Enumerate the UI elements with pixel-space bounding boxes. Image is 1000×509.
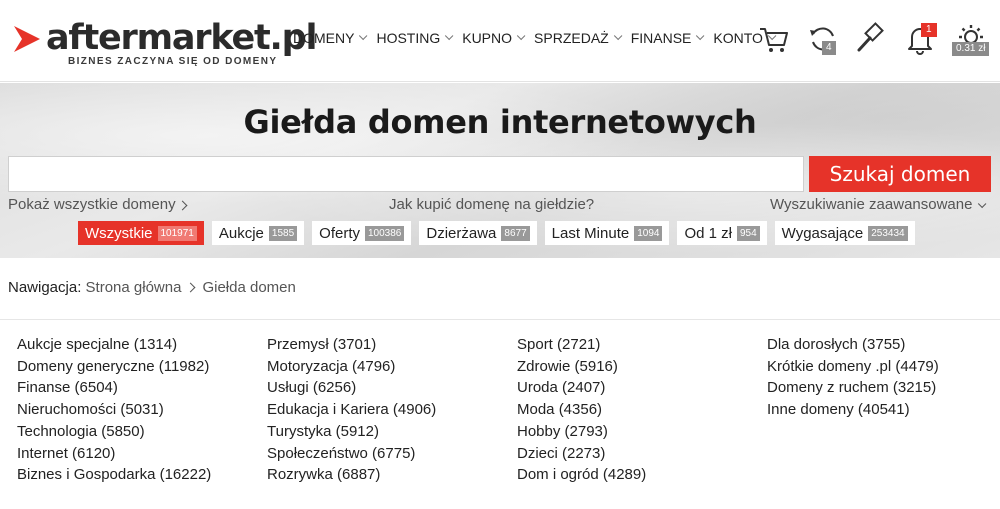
notifications-button[interactable]: 1 bbox=[903, 22, 937, 56]
chevron-down-icon bbox=[516, 31, 526, 41]
category-link[interactable]: Krótkie domeny .pl (4479) bbox=[767, 356, 939, 378]
category-link[interactable]: Internet (6120) bbox=[17, 443, 211, 465]
category-link[interactable]: Przemysł (3701) bbox=[267, 334, 436, 356]
tab-count: 8677 bbox=[501, 225, 530, 241]
category-link[interactable]: Zdrowie (5916) bbox=[517, 356, 646, 378]
tab-wygasajace[interactable]: Wygasające 253434 bbox=[774, 221, 915, 245]
category-link[interactable]: Sport (2721) bbox=[517, 334, 646, 356]
main-nav: DOMENY HOSTING KUPNO SPRZEDAŻ FINANSE KO… bbox=[293, 30, 785, 46]
gavel-icon bbox=[857, 22, 884, 52]
logo-text: aftermarket.pl bbox=[46, 18, 317, 58]
logo-tagline: BIZNES ZACZYNA SIĘ OD DOMENY bbox=[68, 56, 278, 67]
nav-item-kupno[interactable]: KUPNO bbox=[462, 30, 526, 46]
category-link[interactable]: Turystyka (5912) bbox=[267, 421, 436, 443]
chevron-down-icon bbox=[359, 31, 368, 41]
site-header: aftermarket.pl BIZNES ZACZYNA SIĘ OD DOM… bbox=[0, 0, 1000, 82]
category-link[interactable]: Finanse (6504) bbox=[17, 377, 211, 399]
breadcrumb-home-link[interactable]: Strona główna bbox=[86, 279, 182, 296]
account-balance-button[interactable]: 0.31 zł bbox=[952, 22, 990, 56]
listing-type-tabs: Wszystkie 101971 Aukcje 1585 Oferty 100386 … bbox=[78, 221, 915, 245]
tab-dzierzawa[interactable]: Dzierżawa 8677 bbox=[419, 221, 537, 245]
breadcrumb-label: Nawigacja: bbox=[8, 279, 82, 296]
tab-od-1-zl[interactable]: Od 1 zł 954 bbox=[677, 221, 767, 245]
category-link[interactable]: Hobby (2793) bbox=[517, 421, 646, 443]
breadcrumb: Nawigacja: Strona główna Giełda domen bbox=[8, 279, 296, 296]
category-column-3: Sport (2721) Zdrowie (5916) Uroda (2407)… bbox=[517, 334, 646, 486]
tab-count: 1094 bbox=[634, 225, 663, 241]
category-column-4: Dla dorosłych (3755) Krótkie domeny .pl … bbox=[767, 334, 939, 421]
category-link[interactable]: Technologia (5850) bbox=[17, 421, 211, 443]
category-link[interactable]: Motoryzacja (4796) bbox=[267, 356, 436, 378]
category-link[interactable]: Domeny generyczne (11982) bbox=[17, 356, 211, 378]
tab-last-minute[interactable]: Last Minute 1094 bbox=[544, 221, 670, 245]
category-link[interactable]: Dzieci (2273) bbox=[517, 443, 646, 465]
watchlist-button[interactable]: 4 bbox=[806, 22, 840, 56]
site-logo[interactable]: aftermarket.pl BIZNES ZACZYNA SIĘ OD DOM… bbox=[12, 18, 317, 70]
nav-item-domeny[interactable]: DOMENY bbox=[293, 30, 368, 46]
category-link[interactable]: Dom i ogród (4289) bbox=[517, 464, 646, 486]
tab-oferty[interactable]: Oferty 100386 bbox=[312, 221, 412, 245]
auctions-button[interactable] bbox=[855, 22, 889, 56]
chevron-down-icon bbox=[978, 199, 987, 209]
category-link[interactable]: Nieruchomości (5031) bbox=[17, 399, 211, 421]
category-column-2: Przemysł (3701) Motoryzacja (4796) Usług… bbox=[267, 334, 436, 486]
divider bbox=[0, 319, 1000, 320]
tab-count: 253434 bbox=[868, 225, 908, 241]
category-link[interactable]: Społeczeństwo (6775) bbox=[267, 443, 436, 465]
page-title: Giełda domen internetowych bbox=[243, 103, 757, 141]
chevron-down-icon bbox=[696, 31, 705, 41]
chevron-right-icon bbox=[186, 282, 196, 293]
watchlist-count-badge: 4 bbox=[822, 41, 836, 55]
tab-count: 954 bbox=[736, 225, 760, 241]
category-link[interactable]: Uroda (2407) bbox=[517, 377, 646, 399]
advanced-search-link[interactable]: Wyszukiwanie zaawansowane bbox=[770, 196, 987, 213]
nav-item-hosting[interactable]: HOSTING bbox=[376, 30, 454, 46]
chevron-right-icon bbox=[177, 200, 188, 211]
category-link[interactable]: Biznes i Gospodarka (16222) bbox=[17, 464, 211, 486]
nav-item-finanse[interactable]: FINANSE bbox=[631, 30, 705, 46]
logo-arrow-icon bbox=[14, 26, 40, 52]
cart-icon bbox=[760, 28, 788, 52]
notifications-count-badge: 1 bbox=[921, 23, 937, 37]
search-domains-button[interactable]: Szukaj domen bbox=[809, 156, 991, 192]
tab-wszystkie[interactable]: Wszystkie 101971 bbox=[78, 221, 204, 245]
chevron-down-icon bbox=[613, 31, 623, 41]
category-link[interactable]: Aukcje specjalne (1314) bbox=[17, 334, 211, 356]
category-link[interactable]: Rozrywka (6887) bbox=[267, 464, 436, 486]
breadcrumb-current: Giełda domen bbox=[202, 279, 296, 296]
chevron-down-icon bbox=[445, 31, 454, 41]
category-link[interactable]: Edukacja i Kariera (4906) bbox=[267, 399, 436, 421]
category-link[interactable]: Dla dorosłych (3755) bbox=[767, 334, 939, 356]
search-hero: Giełda domen internetowych Szukaj domen … bbox=[0, 83, 1000, 258]
tab-count: 101971 bbox=[157, 225, 197, 241]
category-link[interactable]: Usługi (6256) bbox=[267, 377, 436, 399]
cart-button[interactable] bbox=[757, 22, 791, 56]
balance-badge: 0.31 zł bbox=[952, 42, 990, 56]
domain-search-input[interactable] bbox=[8, 156, 804, 192]
category-link[interactable]: Domeny z ruchem (3215) bbox=[767, 377, 939, 399]
tab-count: 100386 bbox=[365, 225, 405, 241]
category-link[interactable]: Moda (4356) bbox=[517, 399, 646, 421]
tab-aukcje[interactable]: Aukcje 1585 bbox=[211, 221, 305, 245]
show-all-domains-link[interactable]: Pokaż wszystkie domeny bbox=[8, 196, 188, 213]
category-column-1: Aukcje specjalne (1314) Domeny generyczn… bbox=[17, 334, 211, 486]
tab-count: 1585 bbox=[268, 225, 298, 241]
how-to-buy-link[interactable]: Jak kupić domenę na giełdzie? bbox=[389, 196, 594, 213]
nav-item-sprzedaz[interactable]: SPRZEDAŻ bbox=[534, 30, 623, 46]
category-link[interactable]: Inne domeny (40541) bbox=[767, 399, 939, 421]
